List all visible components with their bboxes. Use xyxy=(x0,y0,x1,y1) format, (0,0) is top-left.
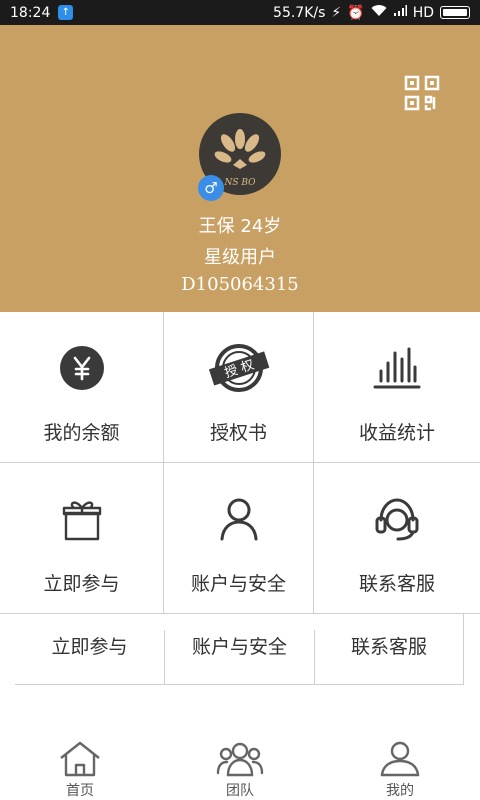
gift-icon xyxy=(62,495,102,543)
signal-icon xyxy=(393,4,407,21)
tab-label-team: 团队 xyxy=(226,783,254,799)
tab-team[interactable]: 团队 xyxy=(160,735,320,800)
tab-home[interactable]: 首页 xyxy=(0,735,160,800)
menu-label-account-security: 账户与安全 xyxy=(190,573,286,595)
bottom-tab-bar: 首页 团队 我的 xyxy=(0,735,480,800)
profile-header: NS BO ♂ 王保 24岁 星级用户 D105064315 xyxy=(0,25,480,312)
menu-label-join-2: 立即参与 xyxy=(51,636,128,658)
avatar-wrap[interactable]: NS BO ♂ xyxy=(198,113,281,201)
menu-item-authorization[interactable]: 授 权 授权书 xyxy=(164,312,314,462)
menu-item-account-security[interactable]: 账户与安全 xyxy=(164,463,314,613)
menu-item-balance[interactable]: 我的余额 xyxy=(0,312,164,462)
network-speed: 55.7K/s xyxy=(273,4,326,21)
yuan-coin-icon xyxy=(59,344,105,392)
menu-label-account-security-2: 账户与安全 xyxy=(191,636,287,658)
status-time: 18:24 xyxy=(10,4,51,21)
qr-code-icon[interactable] xyxy=(404,75,440,111)
menu-label-earnings: 收益统计 xyxy=(358,422,435,444)
menu-label-customer-service-2: 联系客服 xyxy=(350,636,427,658)
gender-male-icon: ♂ xyxy=(198,175,224,201)
menu-label-authorization: 授权书 xyxy=(209,422,267,444)
battery-icon xyxy=(440,6,470,19)
menu-row-1: 我的余额 授 权 授权书 收益统计 xyxy=(0,312,480,463)
user-name-age: 王保 24岁 xyxy=(198,216,282,237)
alarm-icon: ⏰ xyxy=(347,4,365,21)
bar-chart-icon xyxy=(373,344,421,392)
menu-row-3: 立即参与 账户与安全 联系客服 xyxy=(15,614,464,685)
status-right: 55.7K/s ⚡ ⏰ HD xyxy=(273,4,470,21)
menu-item-earnings[interactable]: 收益统计 xyxy=(314,312,480,462)
wifi-icon xyxy=(371,4,387,21)
menu-item-account-security-2[interactable]: 账户与安全 xyxy=(165,630,315,685)
menu-label-customer-service: 联系客服 xyxy=(358,573,435,595)
network-type: HD xyxy=(412,4,434,21)
tab-label-home: 首页 xyxy=(66,783,94,799)
menu-item-customer-service[interactable]: 联系客服 xyxy=(314,463,480,613)
menu-grid: 我的余额 授 权 授权书 收益统计 立即参与 账户与安全 联系客服 xyxy=(0,312,480,614)
team-icon xyxy=(216,739,264,778)
menu-row-2: 立即参与 账户与安全 联系客服 xyxy=(0,463,480,614)
status-bar: 18:24 ↑ 55.7K/s ⚡ ⏰ HD xyxy=(0,0,480,25)
user-level: 星级用户 xyxy=(204,247,276,268)
headset-icon xyxy=(374,495,420,543)
menu-label-balance: 我的余额 xyxy=(43,422,120,444)
svg-text:NS BO: NS BO xyxy=(223,178,256,188)
authorization-stamp-icon: 授 权 xyxy=(206,344,272,392)
menu-label-join: 立即参与 xyxy=(43,573,120,595)
silent-icon: ⚡ xyxy=(331,4,342,21)
tab-mine[interactable]: 我的 xyxy=(320,735,480,800)
upload-icon: ↑ xyxy=(58,5,74,20)
home-icon xyxy=(58,739,102,778)
user-id: D105064315 xyxy=(181,274,299,295)
menu-item-join-2[interactable]: 立即参与 xyxy=(15,630,165,685)
menu-item-customer-service-2[interactable]: 联系客服 xyxy=(315,630,463,685)
tab-label-mine: 我的 xyxy=(386,783,414,799)
user-icon xyxy=(219,495,259,543)
menu-item-join[interactable]: 立即参与 xyxy=(0,463,164,613)
profile-icon xyxy=(378,739,422,778)
